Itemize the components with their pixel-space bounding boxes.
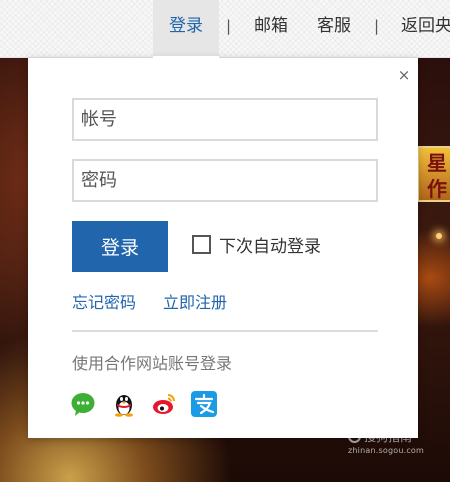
sparkle-glint <box>436 233 442 239</box>
register-link[interactable]: 立即注册 <box>163 289 227 313</box>
popup-notch <box>153 56 219 60</box>
password-input[interactable] <box>72 159 378 202</box>
nav-separator: | <box>226 17 232 35</box>
weibo-icon[interactable] <box>151 391 177 417</box>
nav-customer-service[interactable]: 客服 <box>317 0 351 57</box>
login-button[interactable]: 登录 <box>72 221 168 272</box>
banner-text: 星作 <box>427 151 447 201</box>
banner-gold-title: 星作 <box>417 146 450 202</box>
forgot-password-link[interactable]: 忘记密码 <box>72 289 136 313</box>
close-icon[interactable]: × <box>397 68 411 83</box>
wechat-icon[interactable] <box>71 391 97 417</box>
watermark-url: zhinan.sogou.com <box>348 446 425 455</box>
remember-me-label: 下次自动登录 <box>219 236 321 257</box>
account-input[interactable] <box>72 98 378 141</box>
remember-me-checkbox[interactable] <box>192 234 211 254</box>
login-popup: × 登录 下次自动登录 忘记密码 立即注册 使用合作网站账号登录 <box>28 58 418 438</box>
alipay-icon[interactable] <box>191 391 217 417</box>
nav-mail[interactable]: 邮箱 <box>254 0 288 57</box>
top-nav-bar: 登录 | 邮箱 客服 | 返回央 <box>0 0 450 58</box>
nav-separator: | <box>374 17 380 35</box>
qq-penguin-icon[interactable] <box>111 391 137 417</box>
divider <box>72 330 378 332</box>
nav-back[interactable]: 返回央 <box>401 0 450 57</box>
remember-me-toggle[interactable]: 下次自动登录 <box>192 233 321 257</box>
partner-login-icons <box>71 391 231 417</box>
nav-login[interactable]: 登录 <box>153 0 219 57</box>
partner-login-title: 使用合作网站账号登录 <box>72 354 233 373</box>
